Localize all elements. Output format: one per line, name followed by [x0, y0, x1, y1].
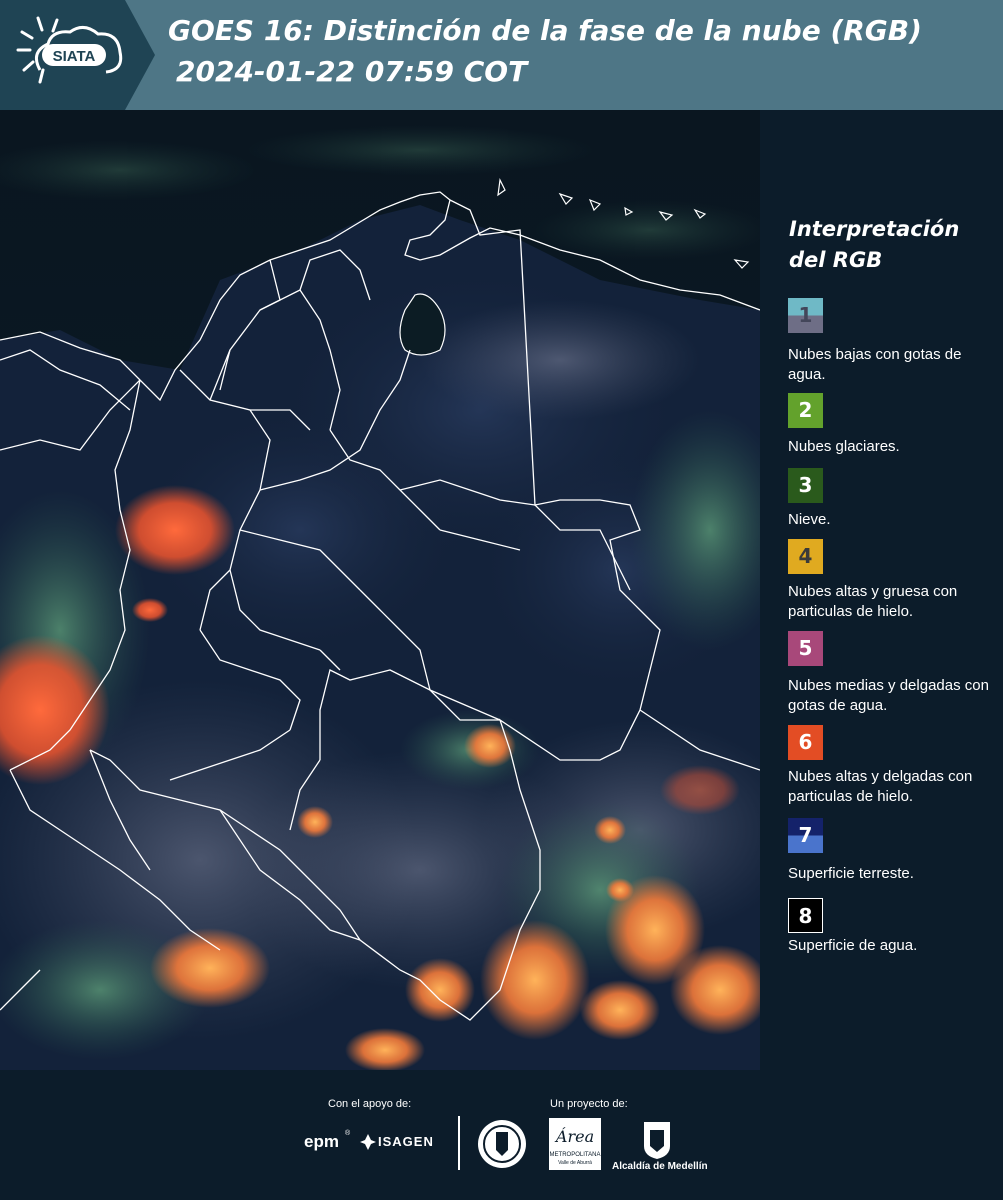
- legend-swatch: 5: [788, 631, 823, 666]
- legend-panel: Interpretación del RGB 1 Nubes bajas con …: [760, 110, 1003, 1070]
- legend-label: Nubes glaciares.: [788, 438, 900, 455]
- logo-text: SIATA: [53, 48, 96, 65]
- header-bar: SIATA GOES 16: Distinción de la fase de …: [0, 0, 1003, 110]
- seal-icon: [478, 1120, 526, 1168]
- legend-title: Interpretación del RGB: [789, 217, 960, 272]
- legend-label: Nubes altas y delgadas con particulas de…: [788, 768, 973, 805]
- legend-label: Nieve.: [788, 511, 831, 528]
- satellite-image: [0, 110, 760, 1070]
- area-metropolitana-logo: Área METROPOLITANA Valle de Aburrá: [549, 1118, 601, 1170]
- legend-swatch: 8: [788, 898, 823, 933]
- legend-swatch: 1: [788, 298, 823, 333]
- footer: Con el apoyo de: Un proyecto de: epm ® I…: [0, 1070, 1003, 1200]
- svg-text:Área: Área: [554, 1126, 594, 1146]
- legend-swatch: 3: [788, 468, 823, 503]
- svg-text:METROPOLITANA: METROPOLITANA: [550, 1152, 601, 1158]
- satellite-map[interactable]: [0, 110, 760, 1070]
- alcaldia-label: Alcaldía de Medellín: [612, 1161, 708, 1172]
- legend-label: Superficie de agua.: [788, 937, 918, 954]
- project-label: Un proyecto de:: [550, 1098, 628, 1110]
- siata-logo: SIATA: [0, 0, 155, 110]
- isagen-icon: [360, 1134, 376, 1150]
- legend-swatch: 2: [788, 393, 823, 428]
- svg-text:Valle de Aburrá: Valle de Aburrá: [558, 1160, 592, 1166]
- legend-label: Superficie terreste.: [788, 865, 914, 882]
- alcaldia-shield-icon: [644, 1122, 670, 1159]
- isagen-logo: ISAGEN: [378, 1134, 434, 1149]
- legend-label: Nubes altas y gruesa con particulas de h…: [788, 583, 958, 620]
- footer-divider: [458, 1116, 460, 1170]
- page-title: GOES 16: Distinción de la fase de la nub…: [168, 14, 922, 47]
- legend-swatch: 4: [788, 539, 823, 574]
- legend-swatch: 7: [788, 818, 823, 853]
- epm-logo: epm: [304, 1132, 339, 1151]
- page-timestamp: 2024-01-22 07:59 COT: [176, 55, 528, 88]
- legend-label: Nubes bajas con gotas de agua.: [788, 346, 962, 383]
- legend-label: Nubes medias y delgadas con gotas de agu…: [788, 677, 989, 714]
- support-label: Con el apoyo de:: [328, 1098, 412, 1110]
- legend-swatch: 6: [788, 725, 823, 760]
- registered-mark: ®: [345, 1130, 351, 1137]
